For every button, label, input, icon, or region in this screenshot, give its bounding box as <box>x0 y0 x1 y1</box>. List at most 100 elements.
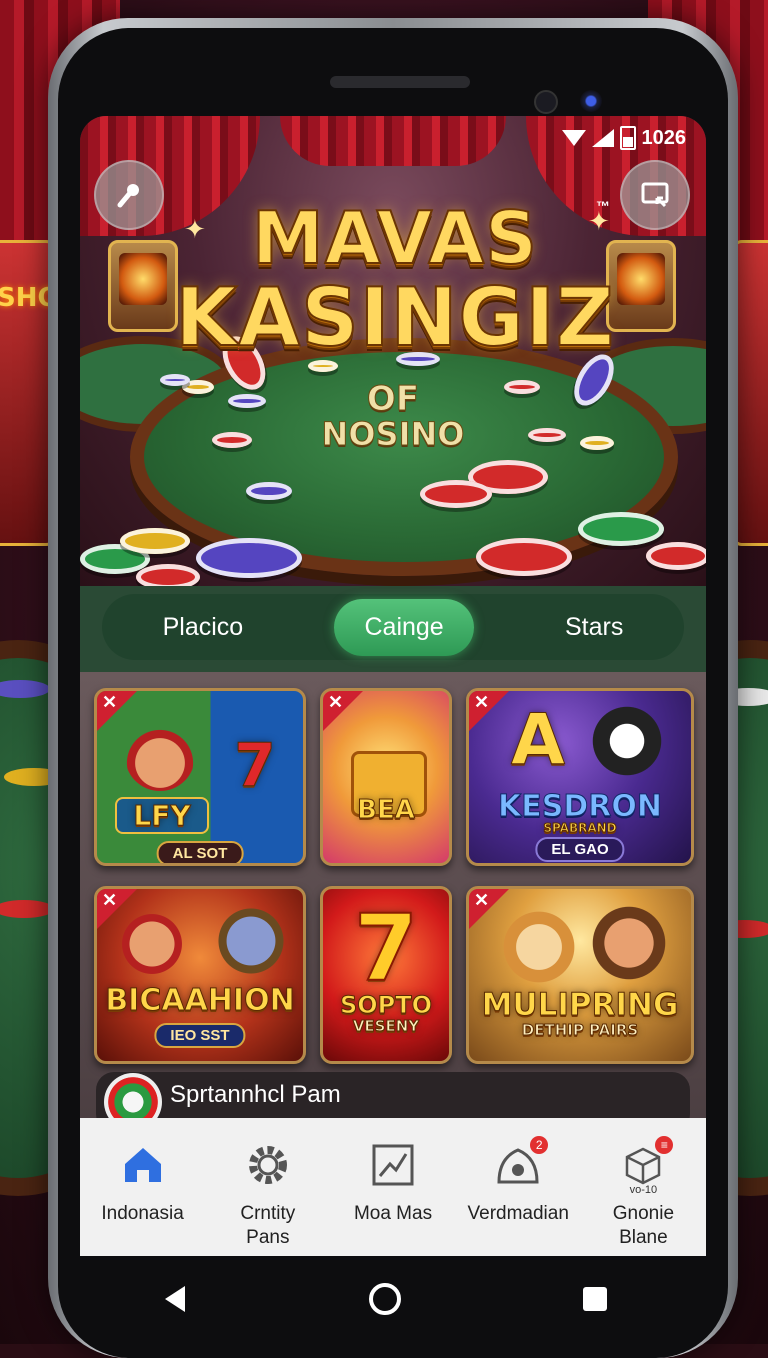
mascot-image <box>125 721 195 791</box>
girl-mascot-image <box>589 901 669 985</box>
nav-item-indonasia[interactable]: Indonasia <box>80 1118 205 1256</box>
recents-button[interactable] <box>570 1274 620 1324</box>
logo-line-1: MAVAS <box>251 196 538 280</box>
tab-bar: Placico Cainge Stars <box>102 594 684 660</box>
bottom-navigation: Indonasia Crntity Pans Moa Mas 2 Verdmad… <box>80 1118 706 1256</box>
system-navigation-bar <box>150 1274 620 1324</box>
logo-subtitle: OF NOSINO <box>293 379 493 453</box>
chip <box>528 428 566 442</box>
chip <box>136 564 200 586</box>
close-icon[interactable]: ✕ <box>102 692 117 713</box>
nav-item-crntity-pans[interactable]: Crntity Pans <box>205 1118 330 1256</box>
earpiece-speaker <box>330 76 470 88</box>
sensor-icon <box>534 90 558 114</box>
status-bar: 1026 <box>561 126 687 150</box>
nav-label: Moa Mas <box>353 1203 433 1224</box>
chip <box>476 538 572 576</box>
close-icon[interactable]: ✕ <box>474 890 489 911</box>
close-icon[interactable]: ✕ <box>102 890 117 911</box>
game-title: KESDRON <box>498 789 663 825</box>
home-button[interactable] <box>360 1274 410 1324</box>
game-tag: AL SOT <box>156 841 244 863</box>
subtitle-line-1: OF <box>366 379 420 419</box>
game-title: SOPTO <box>339 991 433 1020</box>
chip <box>228 394 266 408</box>
close-icon[interactable]: ✕ <box>474 692 489 713</box>
lucky-seven: 7 <box>353 894 419 1003</box>
tab-cainge[interactable]: Cainge <box>334 598 474 656</box>
curtain-center <box>280 116 506 166</box>
chip <box>196 538 302 578</box>
tab-stars[interactable]: Stars <box>535 599 653 656</box>
game-grid: 7 LFY AL SOT ✕ BEA ✕ A KESDRON SPABRAND … <box>80 672 706 1118</box>
subtitle-line-2: NOSINO <box>321 414 465 453</box>
game-tile[interactable]: BEA ✕ <box>320 688 452 866</box>
chip <box>212 432 252 448</box>
sparkle-icon: ✦ <box>588 206 610 236</box>
game-tag: EL GAO <box>535 837 625 862</box>
game-tile[interactable]: A KESDRON SPABRAND EL GAO ✕ <box>466 688 694 866</box>
map-icon <box>367 1140 419 1190</box>
game-tag: IEO SST <box>154 1023 246 1048</box>
tab-bar-container: Placico Cainge Stars <box>80 586 706 672</box>
game-title: MULIPRING <box>481 987 679 1024</box>
game-title: BEA <box>357 795 416 826</box>
notification-badge: ≡ <box>655 1136 674 1154</box>
sparkle-icon: ✦ <box>184 214 206 244</box>
bag-icon: 2 <box>492 1136 549 1190</box>
home-circle-icon <box>369 1283 401 1315</box>
front-camera-icon <box>580 90 602 112</box>
wand-icon <box>117 184 139 208</box>
close-icon[interactable]: ✕ <box>328 692 343 713</box>
wolf-mascot-image <box>213 903 289 979</box>
chip <box>504 380 540 394</box>
game-title: BICAAHION <box>105 983 295 1019</box>
gear-icon <box>242 1140 294 1190</box>
nav-label: Indonasia <box>101 1203 184 1224</box>
hero-banner: MAVAS ™ KASINGIZ ✦ ✦ OF NOSINO 1026 <box>80 116 706 586</box>
recents-icon <box>583 1287 607 1311</box>
notification-badge: 2 <box>530 1136 549 1154</box>
back-icon <box>165 1286 185 1312</box>
game-tile[interactable]: BICAAHION IEO SST ✕ <box>94 886 306 1064</box>
cast-button[interactable] <box>620 160 690 230</box>
chip <box>160 374 190 386</box>
chip <box>578 512 664 546</box>
dog-mascot-image <box>587 701 667 781</box>
reel-seven: 7 <box>234 731 277 802</box>
nav-item-verdmadian[interactable]: 2 Verdmadian <box>456 1118 581 1256</box>
wand-button[interactable] <box>94 160 164 230</box>
box-icon: ≡ vo-10 <box>617 1136 674 1196</box>
status-time: 1026 <box>641 126 687 149</box>
back-button[interactable] <box>150 1274 200 1324</box>
game-tile[interactable]: MULIPRING DETHIP PAIRS ✕ <box>466 886 694 1064</box>
game-subtitle: VESENY <box>352 1017 420 1036</box>
game-subtitle: SPABRAND <box>543 821 617 836</box>
promo-text: Sprtannhcl Pam <box>170 1081 341 1108</box>
nav-item-moa-mas[interactable]: Moa Mas <box>330 1118 455 1256</box>
app-screen: MAVAS ™ KASINGIZ ✦ ✦ OF NOSINO 1026 Plac… <box>80 116 706 1256</box>
game-subtitle: DETHIP PAIRS <box>521 1021 639 1040</box>
game-tile[interactable]: 7 LFY AL SOT ✕ <box>94 688 306 866</box>
home-icon <box>117 1140 169 1190</box>
wifi-icon <box>561 130 586 146</box>
game-logo: MAVAS ™ KASINGIZ ✦ ✦ <box>140 196 650 364</box>
shiba-mascot-image <box>499 907 579 987</box>
chip <box>246 482 292 500</box>
chip <box>420 480 492 508</box>
nav-label: Crntity Pans <box>240 1203 296 1248</box>
icon-caption: vo-10 <box>629 1184 658 1196</box>
nav-item-gnonie-blane[interactable]: ≡ vo-10 Gnonie Blane <box>581 1118 706 1256</box>
signal-icon <box>591 129 614 147</box>
tab-placico[interactable]: Placico <box>133 599 274 656</box>
logo-line-2: KASINGIZ <box>174 271 615 364</box>
game-tile[interactable]: 7 SOPTO VESENY <box>320 886 452 1064</box>
chip <box>646 542 706 570</box>
nav-label: Gnonie Blane <box>612 1203 675 1248</box>
nav-label: Verdmadian <box>467 1203 569 1224</box>
chip <box>580 436 614 450</box>
battery-icon <box>619 126 636 150</box>
chip <box>120 528 190 554</box>
cast-icon <box>641 182 669 208</box>
game-title: LFY <box>115 797 209 834</box>
